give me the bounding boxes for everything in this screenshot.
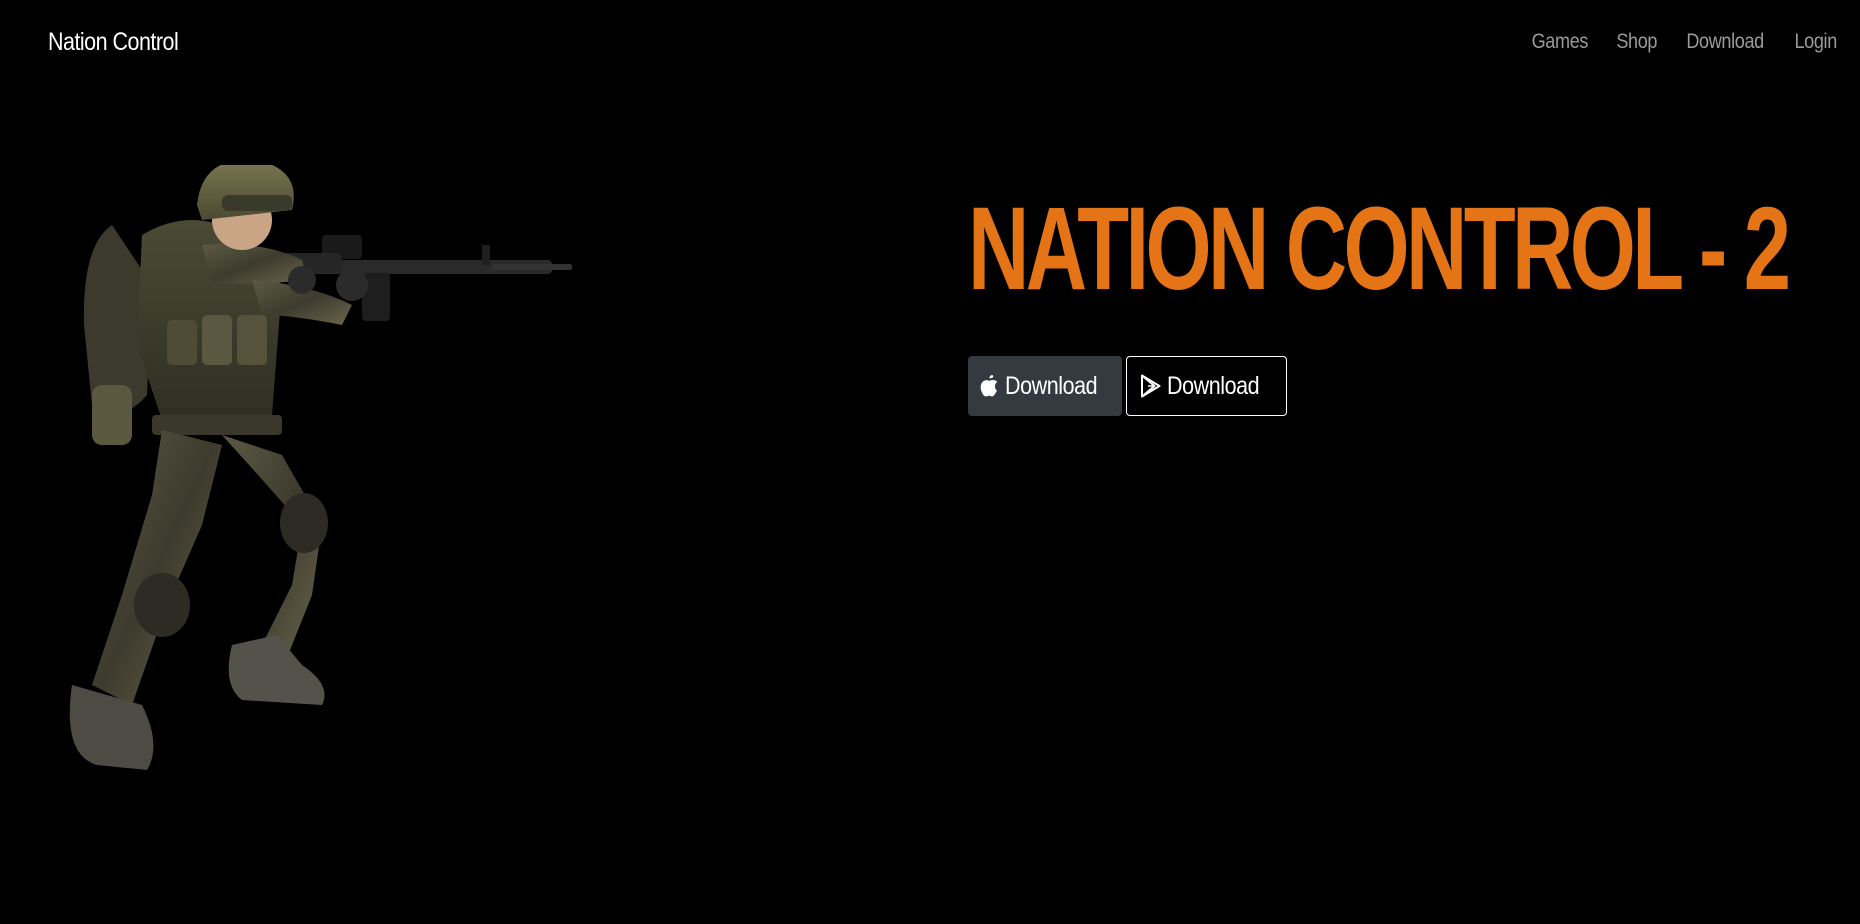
nav-links: Games Shop Download Login xyxy=(1517,30,1850,54)
nav-link-games[interactable]: Games xyxy=(1523,30,1597,54)
google-play-icon xyxy=(1139,374,1163,398)
download-android-button[interactable]: Download xyxy=(1126,356,1287,416)
brand-logo[interactable]: Nation Control xyxy=(48,28,179,57)
nav-link-login[interactable]: Login xyxy=(1785,30,1845,54)
download-ios-button[interactable]: Download xyxy=(968,356,1122,416)
nav-link-shop[interactable]: Shop xyxy=(1608,30,1666,54)
navbar: Nation Control Games Shop Download Login xyxy=(0,0,1860,84)
hero-section: NATION CONTROL - 2 Download Download xyxy=(968,183,1860,416)
nav-link-download[interactable]: Download xyxy=(1678,30,1773,54)
apple-icon xyxy=(977,374,1001,398)
download-android-label: Download xyxy=(1166,371,1260,400)
hero-title: NATION CONTROL - 2 xyxy=(968,183,1791,315)
download-buttons: Download Download xyxy=(968,356,1287,416)
download-ios-label: Download xyxy=(1005,371,1098,400)
soldier-image xyxy=(69,165,572,770)
